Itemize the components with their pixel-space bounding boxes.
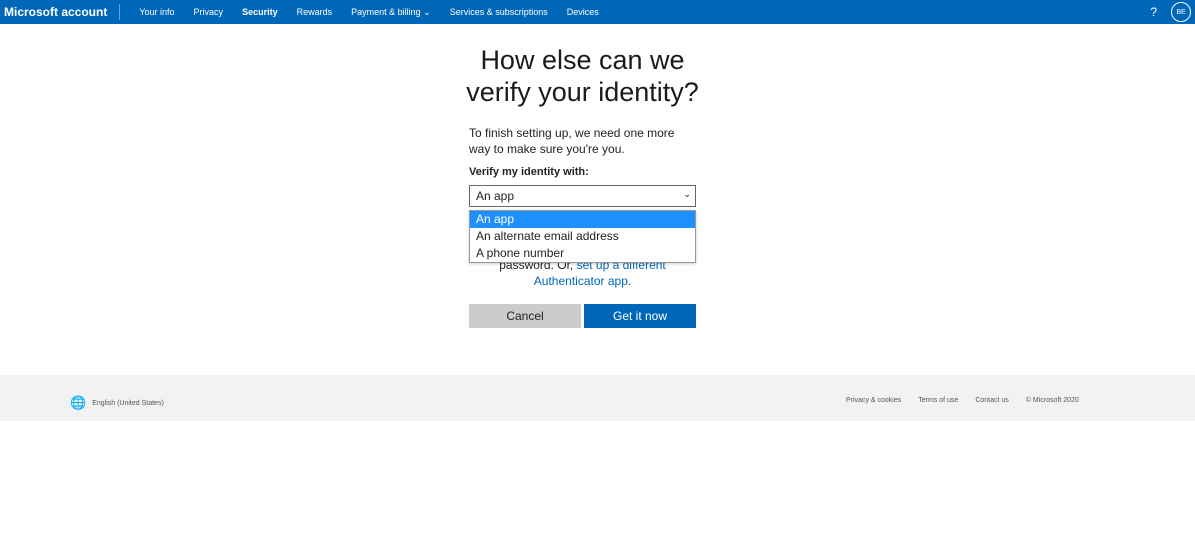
nav-security[interactable]: Security (242, 7, 278, 17)
description: To finish setting up, we need one more w… (469, 126, 675, 156)
nav-devices[interactable]: Devices (567, 7, 599, 17)
option-app[interactable]: An app (470, 211, 695, 228)
page-title: How else can we verify your identity? (466, 45, 699, 107)
brand-link[interactable]: Microsoft account (0, 4, 121, 20)
nav-your-info[interactable]: Your info (139, 7, 174, 17)
nav-rewards[interactable]: Rewards (297, 7, 333, 17)
option-email[interactable]: An alternate email address (470, 228, 695, 245)
select-label: Verify my identity with: (469, 166, 589, 178)
verify-method-select[interactable]: An app ⌄ (469, 185, 696, 207)
nav-privacy[interactable]: Privacy (194, 7, 224, 17)
get-it-now-button[interactable]: Get it now (584, 304, 696, 328)
avatar[interactable]: BE (1171, 2, 1191, 22)
contact-link[interactable]: Contact us (975, 397, 1008, 404)
nav-payment-billing[interactable]: Payment & billing ⌄ (351, 7, 431, 18)
footer: 🌐 English (United States) Privacy & cooki… (0, 375, 1195, 421)
terms-link[interactable]: Terms of use (918, 397, 958, 404)
top-nav: Microsoft account Your info Privacy Secu… (0, 0, 1195, 24)
cancel-button[interactable]: Cancel (469, 304, 581, 328)
option-phone[interactable]: A phone number (470, 245, 695, 262)
nav-services[interactable]: Services & subscriptions (450, 7, 548, 17)
language-label: English (United States) (92, 399, 164, 407)
verify-panel: How else can we verify your identity? To… (466, 44, 699, 328)
language-selector[interactable]: 🌐 English (United States) (70, 395, 164, 411)
help-icon[interactable]: ? (1150, 5, 1157, 19)
chevron-down-icon: ⌄ (683, 189, 691, 199)
copyright: © Microsoft 2020 (1025, 397, 1079, 404)
nav-payment-label: Payment & billing (351, 6, 421, 17)
dropdown-list: An app An alternate email address A phon… (469, 210, 696, 263)
privacy-link[interactable]: Privacy & cookies (846, 397, 901, 404)
chevron-down-icon: ⌄ (423, 6, 431, 17)
globe-icon: 🌐 (70, 395, 87, 410)
selected-value: An app (476, 189, 515, 203)
